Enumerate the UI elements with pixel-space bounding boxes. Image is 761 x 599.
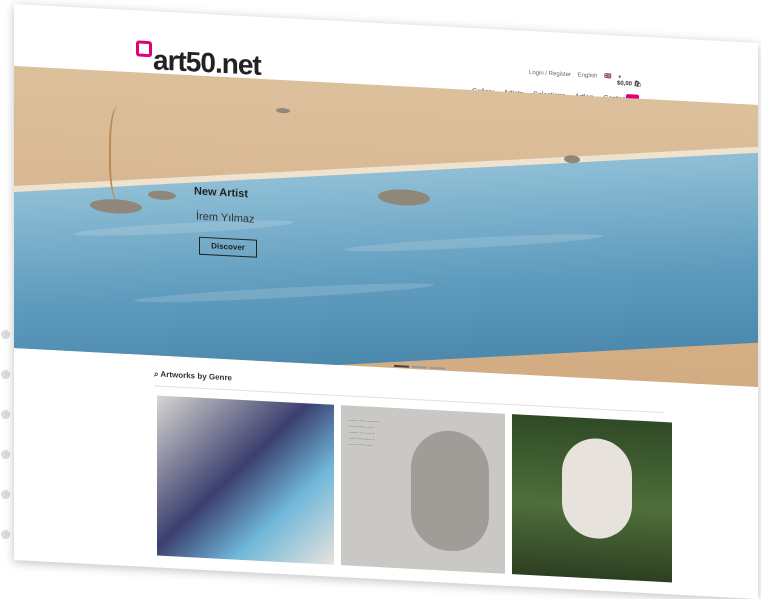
dot (1, 330, 10, 339)
hero-banner: New Artist İrem Yılmaz Discover (14, 66, 758, 387)
search-icon: ⌕ (154, 369, 159, 379)
cart-total: $0,00 (617, 80, 633, 88)
wave (344, 230, 604, 255)
language-label: English (577, 72, 598, 80)
section-title: ⌕ Artworks by Genre (154, 369, 232, 383)
slide-dot-1[interactable] (394, 364, 409, 368)
genre-tile-portrait[interactable]: ~~~~ ~~~ ~~~~~ ~~ ~~~~~ ~~~ ~~~~ ~~ ~~~~ ~~… (341, 405, 505, 574)
cart-icon: 🛍 (633, 81, 642, 88)
wave (134, 279, 434, 306)
wave (74, 217, 294, 239)
flag-icon: 🇬🇧 (604, 73, 612, 81)
left-dots (0, 330, 14, 570)
logo-mark-icon (136, 40, 152, 58)
login-register-link[interactable]: Login / Register (529, 70, 571, 78)
discover-button[interactable]: Discover (199, 236, 257, 258)
section-title-text: Artworks by Genre (160, 369, 232, 383)
handwritten-notes: ~~~~ ~~~ ~~~~~ ~~ ~~~~~ ~~~ ~~~~ ~~ ~~~~ ~~… (349, 417, 380, 448)
dot (1, 450, 10, 459)
slide-dot-3[interactable] (430, 366, 445, 370)
genre-tile-abstract[interactable] (157, 395, 334, 565)
dot (1, 410, 10, 419)
browser-page: art50.net Login / Register English 🇬🇧 ▾ … (14, 4, 758, 599)
dot (1, 490, 10, 499)
sculpture-bust (562, 436, 632, 541)
slide-dot-2[interactable] (412, 365, 427, 369)
dot (1, 370, 10, 379)
genre-tile-sculpture[interactable] (512, 414, 672, 583)
dot (1, 530, 10, 539)
top-links: Login / Register English 🇬🇧 ▾ (529, 69, 626, 81)
language-select[interactable]: English 🇬🇧 ▾ (578, 73, 622, 81)
portrait-figure (411, 428, 489, 553)
cart[interactable]: $0,00 🛍 (617, 80, 641, 88)
slider-indicators (394, 354, 448, 375)
twig (109, 105, 131, 203)
